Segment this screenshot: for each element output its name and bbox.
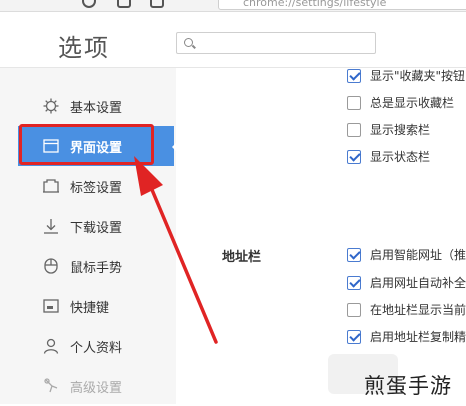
- option-label: 启用网址自动补全: [370, 276, 466, 290]
- option-always-show-favorites-bar[interactable]: 总是显示收藏栏: [347, 94, 454, 111]
- checkbox[interactable]: [347, 275, 361, 290]
- option-smart-url[interactable]: 启用智能网址（推: [347, 246, 466, 263]
- checkbox[interactable]: [347, 149, 361, 164]
- watermark-text: 煎蛋手游: [364, 374, 452, 398]
- option-show-status-bar[interactable]: 显示状态栏: [347, 148, 430, 165]
- option-label: 总是显示收藏栏: [370, 96, 455, 110]
- checkbox[interactable]: [347, 68, 361, 83]
- option-label: 显示搜索栏: [370, 123, 431, 137]
- option-label: 显示状态栏: [370, 150, 431, 164]
- section-label-address-bar: 地址栏: [222, 250, 262, 265]
- option-label: 启用智能网址（推: [370, 248, 466, 262]
- option-show-current[interactable]: 在地址栏显示当前: [347, 301, 466, 318]
- option-show-search-bar[interactable]: 显示搜索栏: [347, 121, 430, 138]
- option-copy-precise[interactable]: 启用地址栏复制精: [347, 328, 466, 345]
- option-label: 启用地址栏复制精: [370, 330, 466, 344]
- checkbox[interactable]: [347, 247, 361, 262]
- checkbox[interactable]: [347, 302, 361, 317]
- option-url-autocomplete[interactable]: 启用网址自动补全: [347, 274, 466, 291]
- checkbox[interactable]: [347, 95, 361, 110]
- option-label: 在地址栏显示当前: [370, 303, 466, 317]
- option-show-favorites-button[interactable]: 显示"收藏夹"按钮: [347, 67, 465, 84]
- checkbox[interactable]: [347, 122, 361, 137]
- checkbox[interactable]: [347, 329, 361, 344]
- option-label: 显示"收藏夹"按钮: [370, 69, 466, 83]
